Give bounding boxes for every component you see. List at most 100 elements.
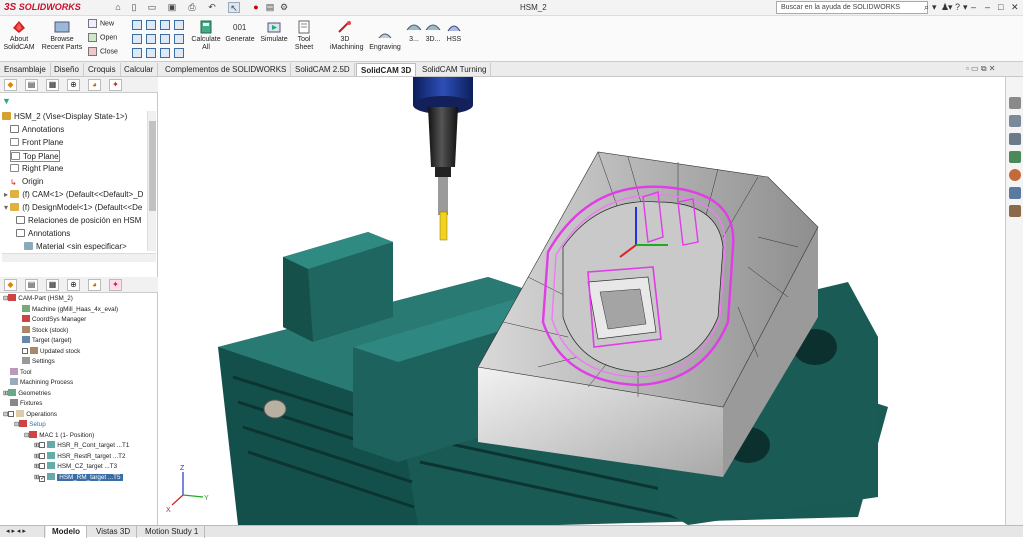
tree-root[interactable]: HSM_2 (Vise<Display State-1>) (2, 111, 127, 123)
horizontal-scrollbar[interactable] (2, 253, 156, 262)
filter-icon[interactable]: ▼ (2, 96, 11, 106)
about-solidcam-button[interactable]: About SolidCAM (2, 20, 36, 52)
cam-tree-item[interactable]: Updated stock (22, 346, 80, 358)
browse-recent-parts-button[interactable]: Browse Recent Parts (40, 20, 84, 52)
file-explorer-icon[interactable] (1009, 133, 1021, 145)
generate-button[interactable]: 001 Generate (224, 20, 256, 44)
configuration-manager-icon[interactable]: ▦ (46, 79, 59, 91)
solidcam-manager-icon[interactable]: ✦ (109, 79, 122, 91)
toolbar-icon-2[interactable] (146, 20, 156, 30)
close-file-button[interactable]: Close (88, 47, 118, 56)
feature-manager-icon[interactable]: ◆ (4, 79, 17, 91)
tab-croquis[interactable]: Croquis (84, 63, 121, 76)
cam-tree-item[interactable]: Stock (stock) (22, 325, 68, 337)
engraving-button[interactable]: Engraving (366, 28, 404, 52)
cad-model-view[interactable]: Z Y X (158, 77, 1005, 525)
hss-button[interactable]: HSS (444, 20, 464, 44)
property-manager-icon[interactable]: ▤ (25, 79, 38, 91)
open-button[interactable]: Open (88, 33, 117, 42)
tab-solidcam-3d[interactable]: SolidCAM 3D (356, 63, 417, 76)
undo-icon[interactable]: ↶ (206, 2, 218, 13)
cam-tree-item[interactable]: Target (target) (22, 336, 72, 347)
toolbar-icon-11[interactable] (160, 48, 170, 58)
toolbar-icon-10[interactable] (146, 48, 156, 58)
feature-manager-icon[interactable]: ◆ (4, 279, 17, 291)
cam-tree-item[interactable]: Fixtures (10, 399, 42, 410)
minimize-button[interactable]: – (985, 2, 990, 12)
home-icon[interactable]: ⌂ (112, 2, 124, 13)
toolbar-icon-5[interactable] (132, 34, 142, 44)
three-dots-button[interactable]: 3... (406, 20, 422, 44)
solidcam-manager-icon[interactable]: ✦ (109, 279, 122, 291)
cam-tree-item[interactable]: ⊟ Setup (14, 420, 46, 431)
tab-modelo[interactable]: Modelo (46, 526, 87, 538)
resources-icon[interactable] (1009, 97, 1021, 109)
dimxpert-icon[interactable]: ⊕ (67, 79, 80, 91)
user-dropdown-icon[interactable]: ▾ (948, 2, 953, 13)
cam-tree-item[interactable]: ⊞ HSR_R_Cont_target ...T1 (34, 441, 129, 452)
print-icon[interactable]: ⎙ (186, 2, 198, 13)
scrollbar-thumb[interactable] (149, 121, 156, 211)
tab-motion-study[interactable]: Motion Study 1 (139, 526, 206, 538)
cam-tree-item[interactable]: CoordSys Manager (22, 315, 86, 326)
tab-vistas-3d[interactable]: Vistas 3D (90, 526, 138, 538)
simulate-button[interactable]: Simulate (258, 20, 290, 44)
design-library-icon[interactable] (1009, 115, 1021, 127)
checkbox[interactable] (39, 452, 46, 459)
search-dropdown-icon[interactable]: ▾ (932, 2, 937, 13)
traffic-light-icon[interactable]: ● (250, 2, 262, 13)
minimize-pane-icon[interactable]: – (971, 2, 976, 12)
solidworks-logo[interactable]: 3S SOLIDWORKS (4, 2, 81, 13)
imachining-3d-button[interactable]: 3D iMachining (330, 20, 363, 52)
solidcam-pane-icon[interactable] (1009, 205, 1021, 217)
cam-tree-item[interactable]: ⊟ CAM-Part (HSM_2) (3, 294, 73, 305)
select-arrow-icon[interactable]: ↖ (228, 2, 240, 13)
cam-tree-item[interactable]: ⊟ Operations (3, 409, 57, 421)
new-doc-icon[interactable]: ▯ (128, 2, 140, 13)
help-search-input[interactable]: Buscar en la ayuda de SOLIDWORKS (776, 1, 928, 14)
vise-knob[interactable] (263, 399, 287, 419)
help-dropdown-icon[interactable]: ▾ (963, 2, 968, 13)
cam-tree-item[interactable]: ⊟ MAC 1 (1- Position) (24, 430, 94, 442)
tab-solidcam-25d[interactable]: SolidCAM 2.5D (291, 63, 355, 76)
cutting-tool[interactable] (439, 211, 448, 241)
tree-item-material[interactable]: Material <sin especificar> (24, 241, 127, 253)
cam-tree-item[interactable]: Machining Process (10, 378, 73, 389)
feature-tree-scrollbar[interactable] (147, 111, 156, 251)
toolbar-icon-6[interactable] (146, 34, 156, 44)
cam-tree-item[interactable]: Tool (10, 367, 32, 379)
toolbar-icon-3[interactable] (160, 20, 170, 30)
tree-item-top-plane[interactable]: Top Plane (10, 150, 60, 162)
gear-icon[interactable]: ⚙ (278, 2, 290, 13)
tree-item-right-plane[interactable]: Right Plane (10, 163, 63, 175)
tab-ensamblaje[interactable]: Ensamblaje (0, 63, 51, 76)
tree-item-annotations[interactable]: Annotations (10, 124, 64, 136)
dimxpert-icon[interactable]: ⊕ (67, 279, 80, 291)
display-manager-icon[interactable]: ◕ (88, 79, 101, 91)
new-button[interactable]: New (88, 19, 114, 28)
cam-tree-item[interactable]: ⊞ HSM_CZ_target ...T3 (34, 462, 117, 473)
checkbox[interactable]: ✓ (39, 475, 45, 482)
display-manager-icon[interactable]: ◕ (88, 279, 101, 291)
tree-item-cam[interactable]: ▸ (f) CAM<1> (Default<<Default>_D (4, 189, 143, 201)
three-d-button[interactable]: 3D... (424, 20, 442, 44)
custom-properties-icon[interactable] (1009, 187, 1021, 199)
close-button[interactable]: ✕ (1011, 2, 1019, 13)
tree-item-annotations-2[interactable]: Annotations (16, 228, 70, 240)
graphics-area[interactable]: Z Y X (158, 77, 1005, 525)
cam-tree-item[interactable]: ⊞✓ HSM_RM_target ...T5 (34, 472, 123, 484)
toolbar-icon-9[interactable] (132, 48, 142, 58)
toolbar-icon-4[interactable] (174, 20, 184, 30)
tree-item-designmodel[interactable]: ▾ (f) DesignModel<1> (Default<<De (4, 202, 142, 214)
tab-complementos[interactable]: Complementos de SOLIDWORKS (161, 63, 292, 76)
tab-diseno[interactable]: Diseño (50, 63, 84, 76)
view-palette-icon[interactable] (1009, 151, 1021, 163)
tab-solidcam-turning[interactable]: SolidCAM Turning (418, 63, 492, 76)
cam-tree-item[interactable]: Machine (gMill_Haas_4x_eval) (22, 304, 118, 316)
appearances-icon[interactable] (1009, 169, 1021, 181)
cam-tree-item[interactable]: ⊞ HSR_RestR_target ...T2 (34, 451, 126, 463)
tree-item-front-plane[interactable]: Front Plane (10, 137, 63, 149)
checkbox[interactable] (22, 347, 28, 354)
maximize-button[interactable]: □ (998, 2, 1003, 12)
checkbox[interactable] (39, 442, 46, 448)
